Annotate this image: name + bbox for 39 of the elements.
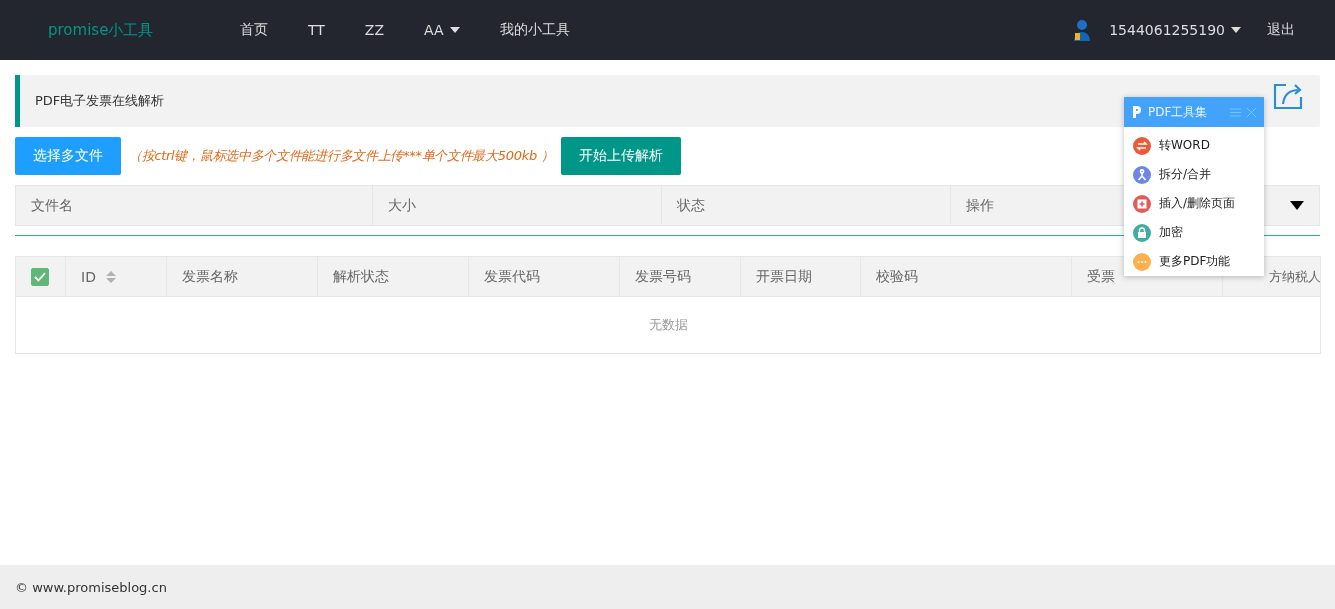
tool-menu-item[interactable]: 加密 [1159,224,1183,241]
share-icon[interactable] [1273,82,1305,110]
sort-icon[interactable] [105,270,116,283]
pdf-logo-icon [1132,106,1142,118]
footer-text: © www.promiseblog.cn [15,579,167,595]
column-header: 大小 [372,185,662,226]
logout-link[interactable]: 退出 [1267,21,1295,39]
column-header: 校验码 [876,267,918,286]
empty-message: 无数据 [648,317,688,332]
start-upload-button[interactable]: 开始上传解析 [561,137,682,175]
popup-title: PDF工具集 [1148,103,1209,121]
caret-icon [449,27,460,33]
dropdown-icon[interactable] [1290,201,1304,210]
menu-icon[interactable] [1230,107,1241,117]
user-menu[interactable]: 1544061255190 [1109,22,1241,38]
column-header: 文件名 [15,185,373,226]
close-icon[interactable] [1247,107,1256,117]
column-header: 受票 [1087,267,1115,286]
column-header: 发票代码 [484,267,540,286]
nav-link[interactable]: 首页 [240,21,268,39]
column-header: 开票日期 [756,267,812,286]
nav-link[interactable]: 我的小工具 [499,21,570,39]
nav-link[interactable]: TT [308,22,325,38]
tool-menu-item[interactable]: 转WORD [1159,137,1210,154]
tool-menu-item[interactable]: 更多PDF功能 [1159,253,1231,270]
column-header: 状态 [661,185,951,226]
upload-hint: （按ctrl键，鼠标选中多个文件能进行多文件上传***单个文件最大500kb ） [129,147,554,165]
tool-menu-item[interactable]: 拆分/合并 [1159,166,1212,183]
column-header: 发票名称 [182,267,238,286]
column-header[interactable]: ID [81,268,116,285]
caret-icon [1231,27,1241,33]
column-header: 发票号码 [635,267,691,286]
column-header: 解析状态 [333,267,389,286]
site-logo[interactable]: promise小工具 [48,20,240,40]
nav-link[interactable]: AA [424,22,460,38]
notice-text: PDF电子发票在线解析 [35,92,165,110]
nav-link[interactable]: ZZ [364,22,385,38]
select-all-checkbox[interactable] [31,267,49,286]
tool-menu-item[interactable]: 插入/删除页面 [1159,195,1236,212]
